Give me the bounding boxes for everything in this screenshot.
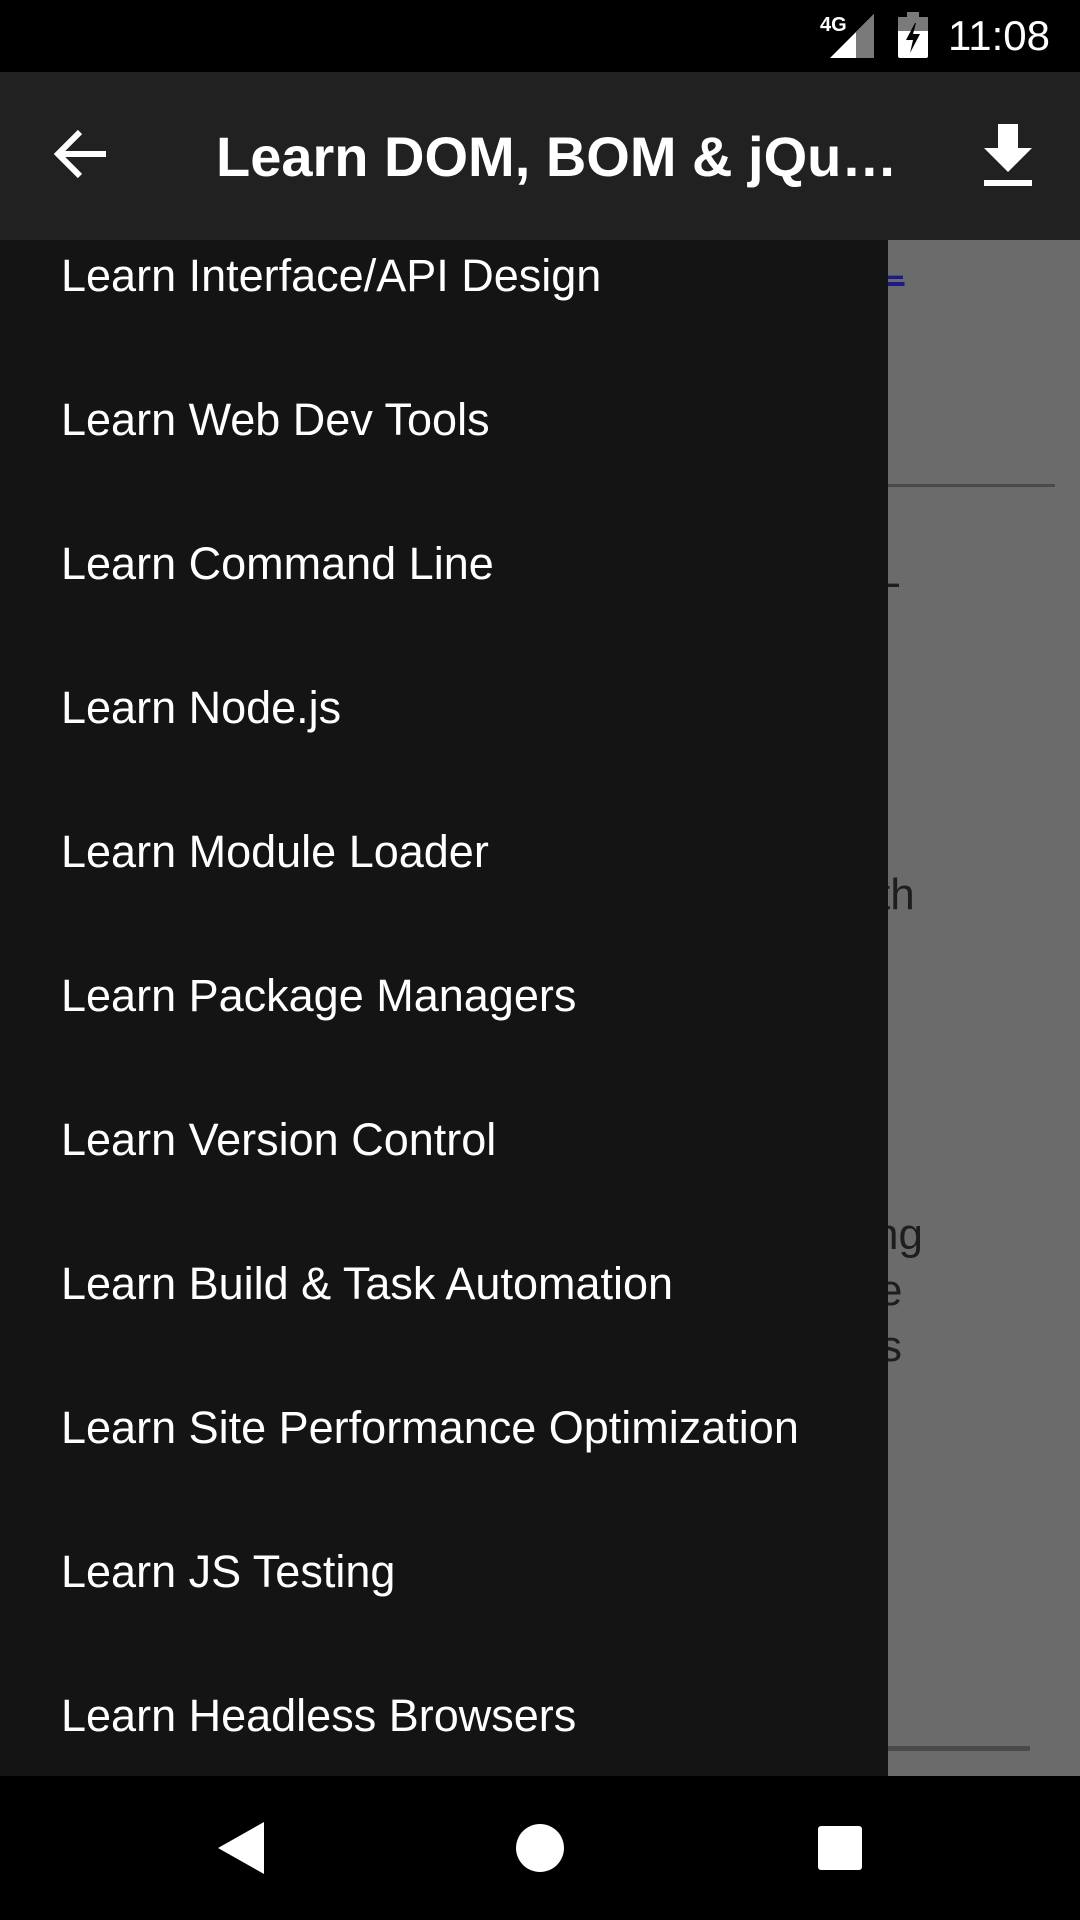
download-icon[interactable]	[980, 124, 1036, 188]
battery-charging-icon	[898, 12, 928, 58]
drawer-item[interactable]: Learn Command Line	[61, 538, 494, 590]
app-bar: Learn DOM, BOM & jQue…	[0, 72, 1080, 240]
drawer-item[interactable]: Learn Headless Browsers	[61, 1690, 576, 1742]
system-nav-bar	[0, 1776, 1080, 1920]
content-panel	[880, 252, 1080, 1722]
status-bar: 4G 11:08	[0, 0, 1080, 72]
drawer-item[interactable]: Learn Version Control	[61, 1114, 496, 1166]
drawer-item[interactable]: Learn Module Loader	[61, 826, 489, 878]
network-type: 4G	[820, 14, 847, 36]
drawer-item[interactable]: Learn Web Dev Tools	[61, 394, 490, 446]
drawer-item[interactable]: Learn JS Testing	[61, 1546, 395, 1598]
arrow-back-icon[interactable]	[52, 124, 112, 184]
page-title: Learn DOM, BOM & jQue…	[216, 125, 906, 188]
nav-back-icon[interactable]	[204, 1812, 276, 1884]
drawer-item[interactable]: Learn Node.js	[61, 682, 341, 734]
content-divider	[880, 484, 1055, 487]
content-divider	[880, 1746, 1030, 1751]
navigation-drawer: Learn Interface/API Design Learn Web Dev…	[0, 240, 888, 1776]
nav-home-icon[interactable]	[504, 1812, 576, 1884]
drawer-item[interactable]: Learn Interface/API Design	[61, 250, 601, 302]
nav-recents-icon[interactable]	[804, 1812, 876, 1884]
clock: 11:08	[948, 12, 1050, 59]
drawer-item[interactable]: Learn Build & Task Automation	[61, 1258, 673, 1310]
drawer-item[interactable]: Learn Package Managers	[61, 970, 576, 1022]
drawer-item[interactable]: Learn Site Performance Optimization	[61, 1402, 799, 1454]
